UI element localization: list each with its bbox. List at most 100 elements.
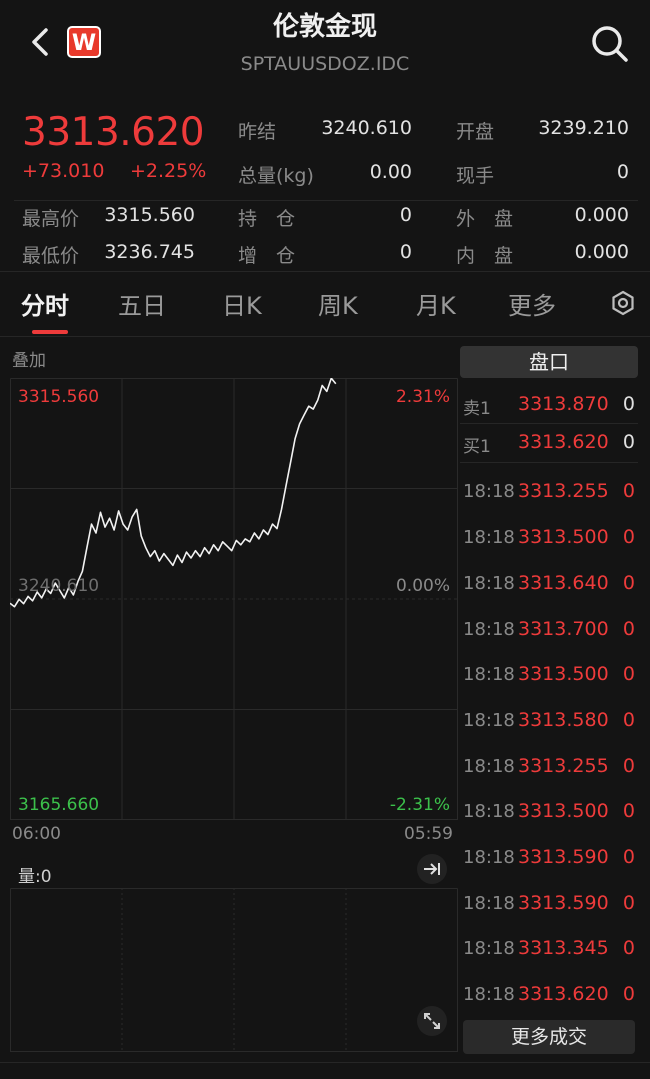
trade-price: 3313.255 xyxy=(518,480,609,502)
pct-max-label: 2.31% xyxy=(396,387,450,407)
trade-price: 3313.255 xyxy=(518,755,609,777)
search-icon xyxy=(592,26,628,62)
trade-qty: 0 xyxy=(622,526,635,548)
trade-qty: 0 xyxy=(622,846,635,868)
trade-price: 3313.590 xyxy=(518,892,609,914)
quote-summary: 3313.620 +73.010 +2.25% 昨结 3240.610 开盘 3… xyxy=(0,100,650,270)
trade-time: 18:18 xyxy=(463,893,515,914)
trade-row: 18:18 3313.640 0 xyxy=(460,564,638,604)
field-label-inner: 内 盘 xyxy=(456,245,514,267)
field-value-last-lot: 0 xyxy=(616,161,629,183)
expand-chart-button[interactable] xyxy=(417,1006,447,1036)
tab-more[interactable]: 更多 xyxy=(508,286,556,321)
intraday-price-chart[interactable]: 3315.560 3240.610 3165.660 2.31% 0.00% -… xyxy=(10,378,458,820)
bid1-price: 3313.620 xyxy=(518,431,609,453)
chart-grid xyxy=(10,378,458,820)
trade-time: 18:18 xyxy=(463,527,515,548)
field-value-volume: 0.00 xyxy=(369,161,412,183)
period-tabs: 分时 五日 日K 周K 月K 更多 xyxy=(0,272,650,336)
page-title: 伦敦金现 xyxy=(272,12,377,42)
trade-row: 18:18 3313.620 0 xyxy=(460,975,638,1015)
jump-to-latest-button[interactable] xyxy=(417,854,447,884)
gear-icon xyxy=(612,290,634,316)
order-book-button[interactable]: 盘口 xyxy=(460,346,638,378)
trade-row: 18:18 3313.255 0 xyxy=(460,747,638,787)
trade-time: 18:18 xyxy=(463,847,515,868)
trade-price: 3313.640 xyxy=(518,572,609,594)
trade-row: 18:18 3313.700 0 xyxy=(460,610,638,650)
trade-row: 18:18 3313.500 0 xyxy=(460,655,638,695)
trade-row: 18:18 3313.500 0 xyxy=(460,792,638,832)
trade-qty: 0 xyxy=(622,572,635,594)
field-label-volume: 总量(kg) xyxy=(238,165,314,187)
tab-five-day[interactable]: 五日 xyxy=(118,286,166,321)
y-max-label: 3315.560 xyxy=(18,387,99,407)
field-label-last-lot: 现手 xyxy=(456,165,495,187)
overlay-button[interactable]: 叠加 xyxy=(12,346,46,371)
quote-divider xyxy=(14,200,638,201)
order-book-bottom-divider xyxy=(460,462,638,463)
trade-price: 3313.500 xyxy=(518,800,609,822)
expand-icon xyxy=(424,1013,440,1029)
field-value-open-interest: 0 xyxy=(399,204,412,226)
more-trades-button[interactable]: 更多成交 xyxy=(463,1020,635,1054)
tab-weekly-k[interactable]: 周K xyxy=(318,286,358,321)
trade-row: 18:18 3313.500 0 xyxy=(460,518,638,558)
trade-price: 3313.590 xyxy=(518,846,609,868)
trade-time: 18:18 xyxy=(463,481,515,502)
trade-qty: 0 xyxy=(622,800,635,822)
field-label-open-interest: 持 仓 xyxy=(238,208,296,230)
trade-time: 18:18 xyxy=(463,801,515,822)
field-label-oi-change: 增 仓 xyxy=(238,245,296,267)
trade-price: 3313.620 xyxy=(518,983,609,1005)
trade-price: 3313.500 xyxy=(518,663,609,685)
trade-row: 18:18 3313.580 0 xyxy=(460,701,638,741)
field-value-inner: 0.000 xyxy=(574,241,629,263)
search-button[interactable] xyxy=(588,22,632,66)
trade-row: 18:18 3313.345 0 xyxy=(460,929,638,969)
field-label-outer: 外 盘 xyxy=(456,208,514,230)
price-change: +73.010 xyxy=(22,160,105,182)
chart-settings-button[interactable] xyxy=(610,290,636,316)
bid1-label: 买1 xyxy=(463,437,491,457)
trade-qty: 0 xyxy=(622,755,635,777)
trade-qty: 0 xyxy=(622,709,635,731)
volume-label: 量:0 xyxy=(18,867,52,887)
y-min-label: 3165.660 xyxy=(18,795,99,815)
tabs-bottom-divider xyxy=(0,336,650,337)
symbol-code: SPTAUUSDOZ.IDC xyxy=(240,53,410,75)
field-label-open: 开盘 xyxy=(456,121,495,143)
jump-to-end-icon xyxy=(424,863,440,875)
order-book-row-ask1: 卖1 3313.870 0 xyxy=(460,385,638,423)
trade-qty: 0 xyxy=(622,480,635,502)
price-line xyxy=(10,378,337,608)
trade-qty: 0 xyxy=(622,663,635,685)
trade-qty: 0 xyxy=(622,892,635,914)
trade-price: 3313.700 xyxy=(518,618,609,640)
field-value-oi-change: 0 xyxy=(399,241,412,263)
trade-time: 18:18 xyxy=(463,710,515,731)
active-tab-indicator xyxy=(32,330,68,334)
trade-time: 18:18 xyxy=(463,664,515,685)
trade-time: 18:18 xyxy=(463,984,515,1005)
tab-monthly-k[interactable]: 月K xyxy=(416,286,456,321)
ask1-qty: 0 xyxy=(622,393,635,415)
field-value-open: 3239.210 xyxy=(538,117,629,139)
tab-daily-k[interactable]: 日K xyxy=(222,286,262,321)
ask1-price: 3313.870 xyxy=(518,393,609,415)
trade-price: 3313.500 xyxy=(518,526,609,548)
field-label-prev-settle: 昨结 xyxy=(238,121,277,143)
field-label-high: 最高价 xyxy=(22,208,80,230)
trade-qty: 0 xyxy=(622,618,635,640)
y-prev-settle-label: 3240.610 xyxy=(18,576,99,596)
bottom-divider xyxy=(0,1062,650,1063)
pct-zero-label: 0.00% xyxy=(396,576,450,596)
field-label-low: 最低价 xyxy=(22,245,80,267)
volume-chart[interactable] xyxy=(10,888,458,1052)
trade-time: 18:18 xyxy=(463,938,515,959)
field-value-low: 3236.745 xyxy=(104,241,195,263)
bid1-qty: 0 xyxy=(622,431,635,453)
field-value-outer: 0.000 xyxy=(574,204,629,226)
tab-intraday[interactable]: 分时 xyxy=(21,286,69,321)
trade-time: 18:18 xyxy=(463,619,515,640)
